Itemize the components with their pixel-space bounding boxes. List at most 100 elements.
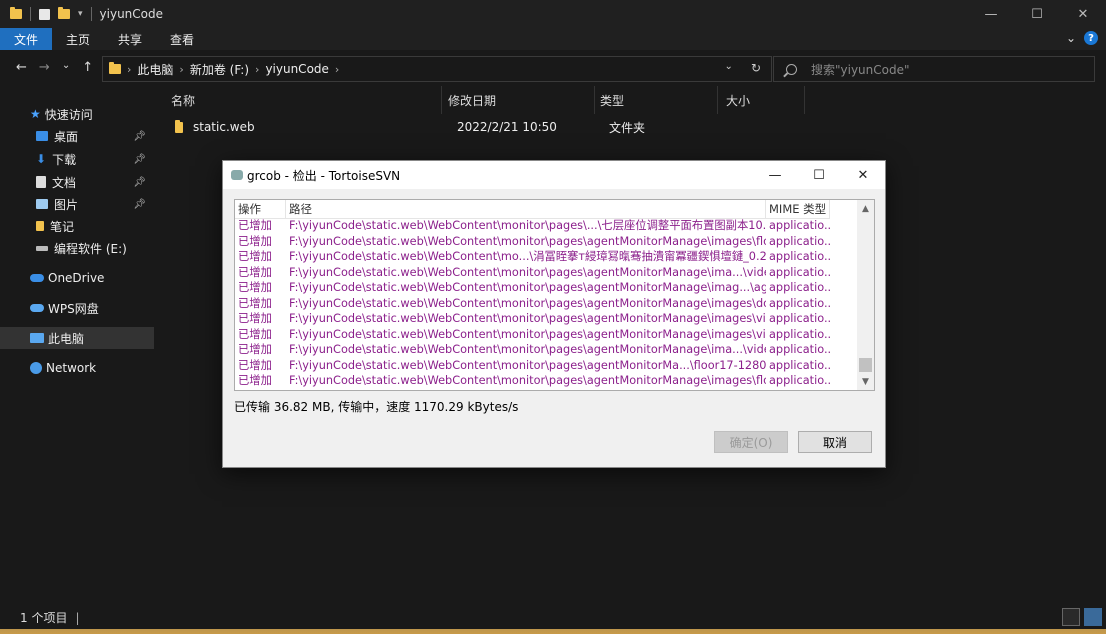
search-input[interactable]: 搜索"yiyunCode": [773, 56, 1095, 82]
scroll-down-icon[interactable]: ▼: [857, 373, 874, 390]
list-item[interactable]: 已增加 F:\yiyunCode\static.web\WebContent\mo…: [235, 234, 855, 250]
recent-locations-chevron-icon[interactable]: ⌄: [62, 60, 70, 75]
column-label: 修改日期: [448, 93, 497, 108]
sidebar-item-label: 此电脑: [48, 331, 85, 346]
tab-file[interactable]: 文件: [0, 28, 53, 50]
dialog-close-button[interactable]: ✕: [841, 161, 885, 189]
dialog-title-bar: grcob - 检出 - TortoiseSVN — ☐ ✕: [223, 161, 885, 189]
column-header-date[interactable]: 修改日期: [448, 86, 595, 114]
expand-ribbon-icon[interactable]: ⌄: [1066, 31, 1076, 45]
sidebar-item-notes[interactable]: 笔记: [0, 215, 154, 237]
tab-share[interactable]: 共享: [104, 28, 156, 50]
details-view-icon[interactable]: [1062, 608, 1080, 626]
sidebar-item-desktop[interactable]: 桌面 📌︎: [0, 125, 154, 147]
tab-home[interactable]: 主页: [52, 28, 104, 50]
address-dropdown-icon[interactable]: ⌄: [725, 61, 733, 75]
pin-icon[interactable]: 📌︎: [133, 199, 146, 210]
maximize-button[interactable]: ☐: [1014, 0, 1060, 28]
ribbon-tabs: 文件 主页 共享 查看 ⌄ ?: [0, 28, 1106, 50]
row-action: 已增加: [238, 219, 272, 232]
row-path: F:\yiyunCode\static.web\WebContent\monit…: [289, 358, 766, 372]
action-list[interactable]: 操作 路径 MIME 类型 已增加 F:\yiyunCode\static.web…: [234, 199, 875, 391]
quick-toolbar-dropdown-icon[interactable]: ▾: [78, 9, 83, 19]
list-item[interactable]: 已增加 F:\yiyunCode\static.web\WebContent\mo…: [235, 296, 855, 312]
row-path: F:\yiyunCode\static.web\WebContent\monit…: [289, 219, 766, 232]
sidebar-item-pictures[interactable]: 图片 📌︎: [0, 193, 154, 215]
vertical-scrollbar[interactable]: ▲ ▼: [857, 200, 874, 390]
sidebar-item-downloads[interactable]: ⬇ 下载 📌︎: [0, 148, 154, 170]
address-bar[interactable]: › 此电脑 › 新加卷 (F:) › yiyunCode › ⌄ ↻: [102, 56, 772, 82]
sidebar-item-label: WPS网盘: [48, 301, 99, 316]
pin-icon[interactable]: 📌︎: [133, 177, 146, 188]
table-row[interactable]: static.web 2022/2/21 10:50 文件夹: [171, 116, 811, 138]
list-item[interactable]: 已增加 F:\yiyunCode\static.web\WebContent\mo…: [235, 373, 855, 389]
sidebar-item-onedrive[interactable]: OneDrive: [0, 267, 154, 289]
row-mime: applicatio...: [769, 219, 830, 232]
column-header-mime[interactable]: MIME 类型: [766, 200, 830, 218]
sidebar-item-network[interactable]: Network: [0, 357, 154, 379]
back-arrow-icon[interactable]: ←: [16, 60, 27, 75]
row-path: F:\yiyunCode\static.web\WebContent\monit…: [289, 265, 766, 279]
row-mime: applicatio...: [769, 358, 830, 372]
row-mime: applicatio...: [769, 296, 830, 310]
breadcrumb-drive[interactable]: 新加卷 (F:): [190, 61, 249, 78]
new-folder-icon[interactable]: [58, 7, 70, 19]
breadcrumb-folder[interactable]: yiyunCode: [265, 62, 328, 76]
large-icons-view-icon[interactable]: [1084, 608, 1102, 626]
navigation-pane: ★ 快速访问 桌面 📌︎ ⬇ 下载 📌︎ 文档 📌︎ 图片 📌︎ 笔记 编程软件…: [0, 86, 154, 606]
status-bar: 1 个项目 |: [0, 606, 1106, 629]
help-icon[interactable]: ?: [1084, 31, 1098, 45]
dialog-maximize-button[interactable]: ☐: [797, 161, 841, 189]
sidebar-item-quick-access[interactable]: ★ 快速访问: [30, 103, 154, 125]
column-header-size[interactable]: 大小: [726, 86, 805, 114]
row-mime: applicatio...: [769, 250, 830, 263]
drive-icon: [36, 245, 48, 251]
refresh-icon[interactable]: ↻: [751, 61, 761, 75]
list-item[interactable]: 已增加 F:\yiyunCode\static.web\WebContent\mo…: [235, 280, 855, 296]
breadcrumb-this-pc[interactable]: 此电脑: [137, 61, 173, 78]
sidebar-item-label: 快速访问: [44, 107, 93, 122]
column-label: 大小: [726, 93, 751, 108]
pin-icon[interactable]: 📌︎: [133, 154, 146, 165]
close-button[interactable]: ✕: [1060, 0, 1106, 28]
sidebar-item-label: 桌面: [54, 129, 79, 144]
row-path: F:\yiyunCode\static.web\WebContent\monit…: [289, 234, 766, 248]
sidebar-item-label: OneDrive: [48, 271, 105, 285]
breadcrumb-separator-icon[interactable]: ›: [335, 63, 339, 76]
network-icon: [30, 362, 42, 374]
list-item[interactable]: 已增加 F:\yiyunCode\static.web\WebContent\mo…: [235, 249, 855, 265]
list-item[interactable]: 已增加 F:\yiyunCode\static.web\WebContent\mo…: [235, 311, 855, 327]
properties-icon[interactable]: [39, 8, 50, 20]
list-item[interactable]: 已增加 F:\yiyunCode\static.web\WebContent\mo…: [235, 265, 855, 281]
item-count: 1 个项目: [20, 611, 68, 625]
divider: [90, 7, 92, 21]
list-item[interactable]: 已增加 F:\yiyunCode\static.web\WebContent\mo…: [235, 327, 855, 343]
breadcrumb-separator-icon[interactable]: ›: [127, 63, 131, 76]
scroll-up-icon[interactable]: ▲: [857, 200, 874, 217]
sidebar-item-documents[interactable]: 文档 📌︎: [0, 171, 154, 193]
column-header-action[interactable]: 操作: [235, 200, 286, 218]
tab-view[interactable]: 查看: [156, 28, 208, 50]
row-path: F:\yiyunCode\static.web\WebContent\monit…: [289, 281, 766, 294]
row-action: 已增加: [238, 296, 272, 310]
column-header-name[interactable]: 名称: [171, 86, 442, 114]
minimize-button[interactable]: —: [968, 0, 1014, 28]
breadcrumb-separator-icon[interactable]: ›: [255, 63, 259, 76]
column-header-path[interactable]: 路径: [286, 200, 766, 218]
dialog-minimize-button[interactable]: —: [753, 161, 797, 189]
scrollbar-thumb[interactable]: [859, 358, 872, 372]
list-item[interactable]: 已增加 F:\yiyunCode\static.web\WebContent\mo…: [235, 358, 855, 374]
breadcrumb-separator-icon[interactable]: ›: [179, 63, 183, 76]
ok-button[interactable]: 确定(O): [714, 431, 788, 453]
sidebar-item-wps[interactable]: WPS网盘: [0, 297, 154, 319]
pin-icon[interactable]: 📌︎: [133, 131, 146, 142]
column-header-type[interactable]: 类型: [600, 86, 718, 114]
row-action: 已增加: [238, 358, 272, 372]
forward-arrow-icon[interactable]: →: [39, 60, 50, 75]
sidebar-item-this-pc[interactable]: 此电脑: [0, 327, 154, 349]
cancel-button[interactable]: 取消: [798, 431, 872, 453]
sidebar-item-drive-e[interactable]: 编程软件 (E:): [0, 237, 154, 259]
up-arrow-icon[interactable]: ↑: [82, 60, 93, 75]
list-item[interactable]: 已增加 F:\yiyunCode\static.web\WebContent\mo…: [235, 218, 855, 234]
list-item[interactable]: 已增加 F:\yiyunCode\static.web\WebContent\mo…: [235, 342, 855, 358]
